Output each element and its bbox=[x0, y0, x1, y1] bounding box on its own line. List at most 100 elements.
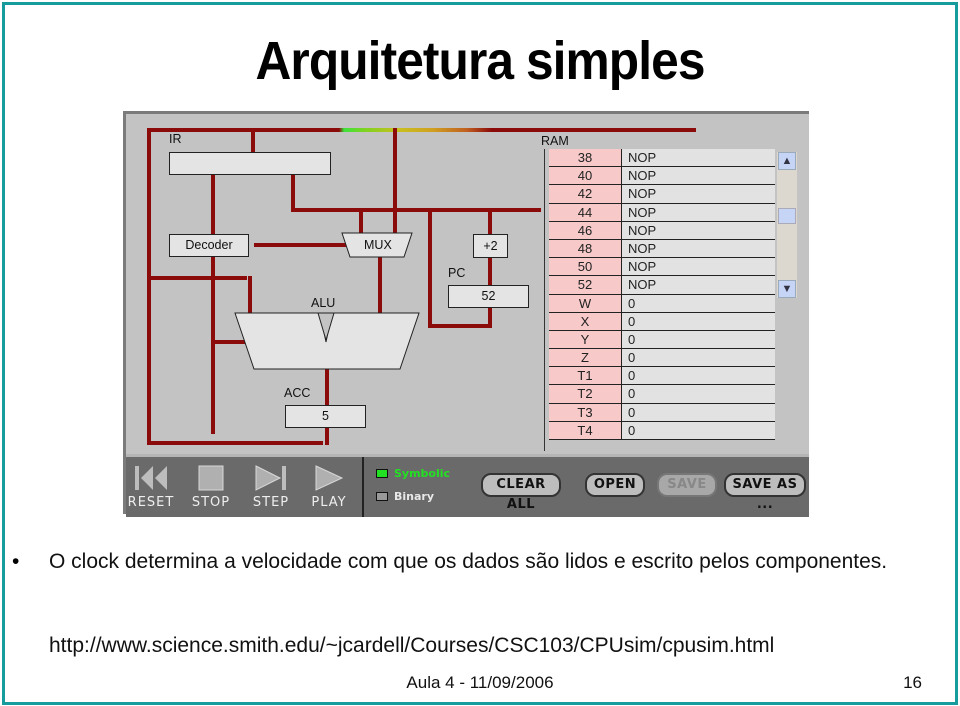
mode-binary[interactable]: Binary bbox=[376, 490, 434, 503]
ram-row[interactable]: Z0 bbox=[549, 349, 775, 368]
ram-row[interactable]: T2 0 bbox=[549, 385, 775, 404]
save-as-button[interactable]: SAVE AS ... bbox=[724, 473, 806, 512]
scroll-up-button[interactable]: ▲ bbox=[778, 152, 796, 170]
binary-indicator bbox=[376, 492, 388, 501]
ram-row[interactable]: T4 0 bbox=[549, 421, 775, 440]
ram-row[interactable]: 46 NOP bbox=[549, 221, 775, 240]
ram-address: 48 bbox=[549, 239, 622, 258]
ir-in bbox=[251, 128, 255, 152]
ram-value[interactable]: NOP bbox=[622, 221, 775, 239]
ram-value[interactable]: NOP bbox=[622, 167, 775, 185]
ram-address: 52 bbox=[549, 276, 622, 294]
pc-register: 52 bbox=[448, 285, 529, 308]
bullet-text: O clock determina a velocidade com que o… bbox=[49, 550, 888, 573]
ram-row[interactable]: 38 NOP bbox=[549, 149, 775, 168]
ram-address: 42 bbox=[549, 185, 622, 203]
clear-all-button[interactable]: CLEAR ALL bbox=[481, 473, 561, 512]
bus-left bbox=[147, 128, 151, 445]
scroll-down-button[interactable]: ▼ bbox=[778, 280, 796, 298]
ram-address: 38 bbox=[549, 149, 622, 167]
ram-address: 46 bbox=[549, 221, 622, 239]
bullet-marker: • bbox=[12, 550, 20, 573]
ram-row[interactable]: 44 NOP bbox=[549, 203, 775, 222]
ram-scrollbar[interactable]: ▲ ▼ bbox=[777, 152, 797, 298]
ram-row[interactable]: 42 NOP bbox=[549, 185, 775, 204]
stop-button[interactable]: STOP bbox=[186, 463, 236, 510]
ram-address: Z bbox=[549, 349, 622, 367]
alu-shape bbox=[234, 312, 420, 370]
alu-feed-h bbox=[147, 276, 247, 280]
alu-label: ALU bbox=[311, 296, 336, 310]
ram-address: X bbox=[549, 312, 622, 330]
ram-row[interactable]: 40 NOP bbox=[549, 167, 775, 186]
ram-value[interactable]: 0 bbox=[622, 421, 775, 439]
decoder-mux bbox=[254, 243, 354, 247]
clock-bus bbox=[339, 128, 509, 132]
ram-address: 40 bbox=[549, 167, 622, 185]
slide-footer: Aula 4 - 11/09/2006 bbox=[406, 673, 554, 692]
ram-row[interactable]: W0 bbox=[549, 294, 775, 313]
play-button[interactable]: PLAY bbox=[304, 463, 354, 510]
ram-address: T3 bbox=[549, 403, 622, 421]
ir-mux-v bbox=[291, 174, 295, 212]
symbolic-indicator bbox=[376, 469, 388, 478]
mux-label: MUX bbox=[364, 238, 392, 252]
ir-label: IR bbox=[169, 132, 182, 146]
control-toolbar: RESET STOP STEP PLAY Symbolic Binary CLE… bbox=[126, 454, 809, 517]
ram-value[interactable]: NOP bbox=[622, 185, 775, 203]
source-url[interactable]: http://www.science.smith.edu/~jcardell/C… bbox=[49, 634, 774, 658]
inc-in bbox=[488, 208, 492, 328]
reset-button[interactable]: RESET bbox=[126, 463, 176, 510]
pc-bus-v bbox=[428, 208, 432, 328]
ram-value[interactable]: 0 bbox=[622, 330, 775, 349]
ram-row[interactable]: Y0 bbox=[549, 330, 775, 350]
ram-address: W bbox=[549, 294, 622, 312]
acc-label: ACC bbox=[284, 386, 311, 400]
ram-address: T2 bbox=[549, 385, 622, 403]
incrementer-box: +2 bbox=[473, 234, 508, 258]
step-button[interactable]: STEP bbox=[246, 463, 296, 510]
ram-address: T4 bbox=[549, 421, 622, 439]
page-number: 16 bbox=[903, 673, 922, 692]
ram-row[interactable]: 50 NOP bbox=[549, 258, 775, 277]
ram-value[interactable]: 0 bbox=[622, 403, 775, 421]
open-button[interactable]: OPEN bbox=[585, 473, 645, 497]
mux-alu bbox=[378, 254, 382, 316]
ram-value[interactable]: NOP bbox=[622, 239, 775, 258]
bus-bottom bbox=[147, 441, 323, 445]
scroll-thumb[interactable] bbox=[778, 208, 796, 224]
ram-value[interactable]: 0 bbox=[622, 349, 775, 367]
ram-row[interactable]: T1 0 bbox=[549, 367, 775, 386]
decoder-box: Decoder bbox=[169, 234, 249, 257]
slide-title: Arquitetura simples bbox=[255, 31, 705, 91]
ram-row[interactable]: T3 0 bbox=[549, 403, 775, 422]
pc-bus-h bbox=[428, 324, 488, 328]
ram-row[interactable]: 52 NOP bbox=[549, 276, 775, 295]
ram-address: T1 bbox=[549, 367, 622, 385]
ram-table[interactable]: 38 NOP 40 NOP 42 NOP 44 NOP 46 NOP 48 NOP 50 NOP 52 NOP… bbox=[544, 149, 776, 451]
mode-symbolic[interactable]: Symbolic bbox=[376, 467, 450, 480]
ram-value[interactable]: NOP bbox=[622, 258, 775, 276]
ram-address: 50 bbox=[549, 258, 622, 276]
reset-icon bbox=[126, 463, 176, 493]
ram-value[interactable]: NOP bbox=[622, 203, 775, 221]
ir-mux-h bbox=[291, 208, 541, 212]
ram-label: RAM bbox=[541, 134, 569, 148]
toolbar-separator bbox=[362, 457, 364, 517]
ram-address: 44 bbox=[549, 203, 622, 221]
step-icon bbox=[246, 463, 296, 493]
play-icon bbox=[304, 463, 354, 493]
ram-value[interactable]: 0 bbox=[622, 367, 775, 385]
ram-value[interactable]: 0 bbox=[622, 294, 775, 312]
ram-value[interactable]: NOP bbox=[622, 276, 775, 294]
ram-row[interactable]: 48 NOP bbox=[549, 239, 775, 259]
ram-value[interactable]: NOP bbox=[622, 149, 775, 167]
ir-decoder bbox=[211, 174, 215, 434]
ram-row[interactable]: X0 bbox=[549, 312, 775, 331]
alu-feed-v bbox=[248, 276, 252, 316]
ram-value[interactable]: 0 bbox=[622, 385, 775, 403]
mux-in-2 bbox=[393, 128, 397, 236]
ram-value[interactable]: 0 bbox=[622, 312, 775, 330]
bus-top-right bbox=[506, 128, 696, 132]
save-button[interactable]: SAVE bbox=[657, 473, 717, 497]
